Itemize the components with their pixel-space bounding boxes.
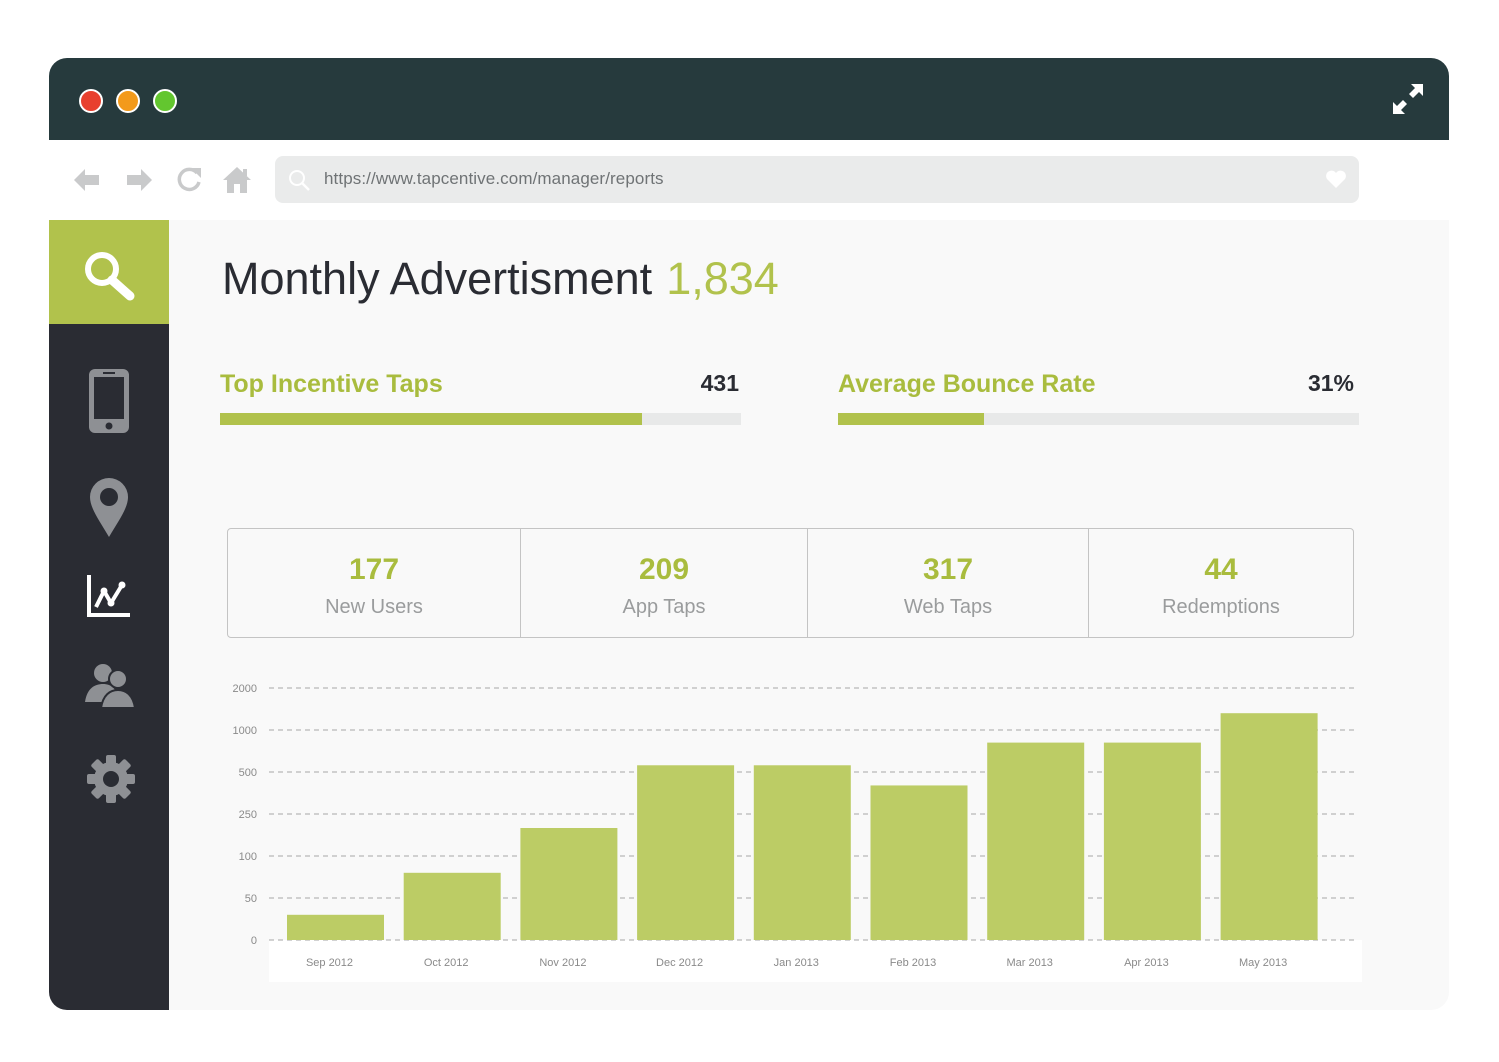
- close-window-button[interactable]: [79, 89, 103, 113]
- sidebar-item-search[interactable]: [49, 220, 169, 324]
- y-tick-label: 100: [239, 851, 257, 863]
- stat-label: Redemptions: [1162, 596, 1280, 618]
- sidebar-item-settings[interactable]: [49, 740, 169, 820]
- y-tick-label: 2000: [233, 683, 257, 695]
- monthly-bar-chart: 0 50 100 250 500 1000 2000 Sep 2012 Oct 2012 Nov …: [233, 683, 1362, 982]
- progress-bar-average-bounce-rate: [838, 413, 1359, 425]
- stat-value: 177: [348, 553, 400, 586]
- forward-arrow-icon[interactable]: [123, 164, 155, 196]
- x-tick-label: Dec 2012: [656, 957, 703, 969]
- bar: [753, 765, 851, 940]
- x-tick-label: Feb 2013: [890, 957, 936, 969]
- browser-window: https://www.tapcentive.com/manager/repor…: [49, 58, 1449, 1010]
- url-text: https://www.tapcentive.com/manager/repor…: [324, 169, 664, 188]
- bar: [1103, 742, 1201, 940]
- metric-value-top-incentive-taps: 431: [700, 370, 739, 396]
- x-tick-label: Oct 2012: [424, 957, 469, 969]
- search-icon: [85, 252, 135, 301]
- sidebar-item-devices[interactable]: [49, 360, 169, 440]
- progress-bar-top-incentive-taps: [220, 413, 741, 425]
- search-icon: [289, 170, 310, 191]
- stat-redemptions: 44 Redemptions: [1089, 529, 1353, 637]
- stat-value: 317: [922, 553, 974, 586]
- y-tick-label: 0: [251, 935, 257, 947]
- expand-icon[interactable]: [1391, 82, 1425, 116]
- page-title-count: 1,834: [666, 253, 779, 304]
- home-icon[interactable]: [221, 164, 253, 196]
- y-tick-label: 250: [239, 809, 257, 821]
- bar: [870, 785, 968, 940]
- x-tick-label: Sep 2012: [306, 957, 353, 969]
- stat-label: New Users: [325, 596, 423, 618]
- address-bar[interactable]: https://www.tapcentive.com/manager/repor…: [275, 156, 1359, 203]
- metric-label-top-incentive-taps: Top Incentive Taps: [220, 370, 443, 398]
- heart-icon[interactable]: [1325, 169, 1347, 189]
- metric-value-average-bounce-rate: 31%: [1307, 370, 1354, 396]
- page-title: Monthly Advertisment 1,834: [222, 253, 779, 305]
- x-tick-label: Mar 2013: [1006, 957, 1052, 969]
- progress-fill-average-bounce-rate: [838, 413, 984, 425]
- bar: [637, 765, 735, 940]
- x-tick-label: Jan 2013: [774, 957, 819, 969]
- sidebar-item-users[interactable]: [49, 650, 169, 730]
- location-pin-icon: [90, 478, 128, 537]
- line-chart-icon: [87, 575, 130, 617]
- stat-new-users: 177 New Users: [228, 529, 521, 637]
- minimize-window-button[interactable]: [116, 89, 140, 113]
- bar: [987, 742, 1085, 940]
- metric-label-average-bounce-rate: Average Bounce Rate: [838, 370, 1096, 398]
- bar: [520, 828, 618, 940]
- page-title-text: Monthly Advertisment: [222, 253, 653, 304]
- stat-label: Web Taps: [903, 596, 993, 618]
- back-arrow-icon[interactable]: [71, 164, 103, 196]
- main-content: Monthly Advertisment 1,834 Top Incentive …: [169, 220, 1449, 1010]
- sidebar-item-locations[interactable]: [49, 466, 169, 546]
- bar: [287, 914, 384, 940]
- x-tick-label: May 2013: [1239, 957, 1287, 969]
- y-tick-label: 1000: [233, 725, 257, 737]
- y-tick-label: 50: [245, 893, 257, 905]
- reload-icon[interactable]: [173, 164, 205, 196]
- stat-app-taps: 209 App Taps: [521, 529, 808, 637]
- users-icon: [85, 664, 135, 708]
- stat-label: App Taps: [622, 596, 706, 618]
- sidebar: [49, 220, 169, 1010]
- bar: [1220, 713, 1318, 940]
- gear-icon: [87, 755, 135, 803]
- progress-fill-top-incentive-taps: [220, 413, 642, 425]
- navigation-bar: https://www.tapcentive.com/manager/repor…: [49, 140, 1449, 220]
- title-bar: [49, 58, 1449, 140]
- sidebar-item-reports[interactable]: [49, 565, 169, 645]
- x-tick-label: Apr 2013: [1124, 957, 1169, 969]
- bar: [403, 872, 501, 940]
- mobile-phone-icon: [89, 369, 129, 433]
- y-tick-label: 500: [239, 767, 257, 779]
- stat-value: 209: [638, 553, 690, 586]
- maximize-window-button[interactable]: [153, 89, 177, 113]
- stats-panel: 177 New Users 209 App Taps 317 Web Taps …: [227, 528, 1354, 638]
- stat-value: 44: [1204, 553, 1238, 586]
- x-tick-label: Nov 2012: [539, 957, 586, 969]
- stat-web-taps: 317 Web Taps: [808, 529, 1089, 637]
